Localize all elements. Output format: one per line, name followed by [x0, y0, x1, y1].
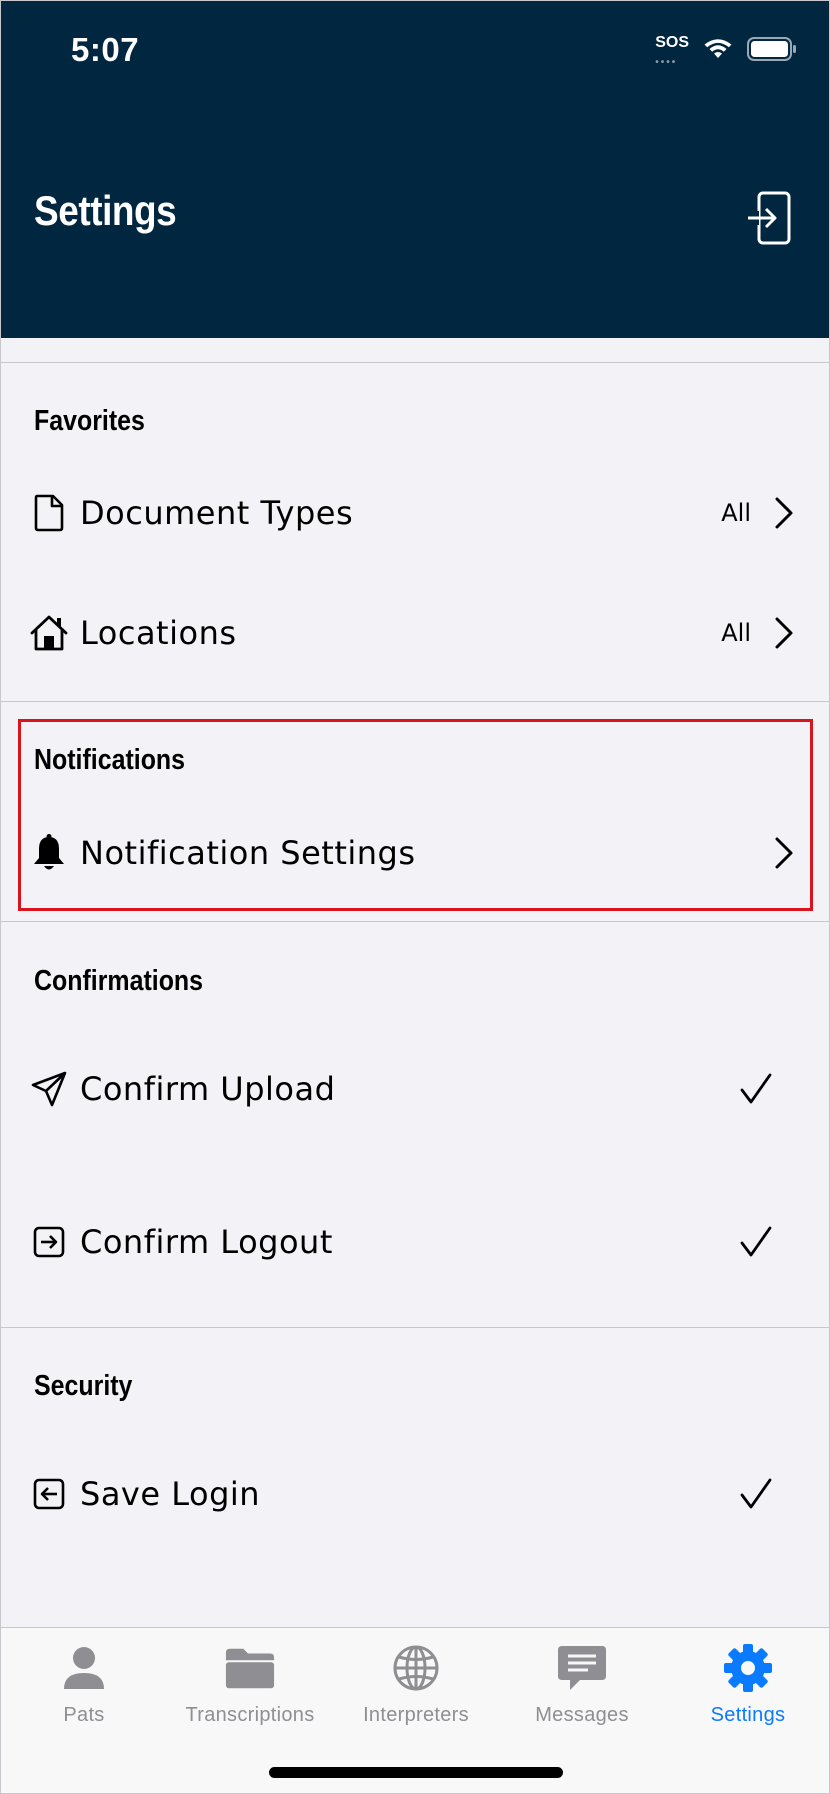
tab-label: Pats — [63, 1704, 105, 1726]
row-label: Save Login — [80, 1475, 261, 1513]
header: 5:07 SOS •••• Settings — [1, 1, 829, 338]
tab-pats[interactable]: Pats — [1, 1642, 167, 1752]
divider — [1, 1327, 829, 1328]
row-confirm-upload[interactable]: Confirm Upload — [1, 1039, 829, 1139]
folder-icon — [224, 1642, 276, 1694]
tab-transcriptions[interactable]: Transcriptions — [167, 1642, 333, 1752]
document-icon — [29, 493, 69, 533]
wifi-icon — [704, 39, 732, 58]
tab-label: Messages — [535, 1704, 629, 1726]
chevron-right-icon — [775, 617, 793, 649]
logout-square-icon — [29, 1222, 69, 1262]
logout-button[interactable] — [747, 191, 791, 245]
row-label: Notification Settings — [80, 834, 416, 872]
chevron-right-icon — [775, 837, 793, 869]
tab-messages[interactable]: Messages — [499, 1642, 665, 1752]
status-indicators: SOS •••• — [655, 34, 797, 69]
checkmark-icon — [740, 1073, 772, 1104]
checkmark-icon — [740, 1478, 772, 1509]
tab-interpreters[interactable]: Interpreters — [333, 1642, 499, 1752]
tab-label: Transcriptions — [185, 1704, 315, 1726]
bell-icon — [29, 833, 69, 873]
row-label: Document Types — [80, 494, 354, 532]
row-locations[interactable]: Locations All — [1, 583, 829, 683]
divider — [1, 921, 829, 922]
section-title-favorites: Favorites — [34, 405, 145, 437]
section-title-notifications: Notifications — [34, 744, 186, 776]
section-title-confirmations: Confirmations — [34, 965, 204, 997]
login-square-icon — [29, 1474, 69, 1514]
row-notification-settings[interactable]: Notification Settings — [1, 803, 829, 903]
row-label: Locations — [80, 614, 237, 652]
status-time: 5:07 — [71, 31, 140, 68]
home-icon — [29, 613, 69, 653]
sos-label: SOS — [655, 34, 689, 51]
tab-label: Settings — [710, 1704, 786, 1726]
battery-icon — [747, 37, 796, 61]
row-label: Confirm Logout — [80, 1223, 333, 1261]
chevron-right-icon — [775, 497, 793, 529]
divider — [1, 701, 829, 702]
row-label: Confirm Upload — [80, 1070, 336, 1108]
logout-icon — [748, 191, 791, 245]
divider — [1, 362, 829, 363]
message-icon — [556, 1642, 608, 1694]
row-value: All — [721, 619, 751, 647]
row-value: All — [721, 499, 751, 527]
person-icon — [58, 1642, 110, 1694]
home-indicator — [269, 1767, 563, 1778]
page-title: Settings — [34, 187, 177, 234]
row-save-login[interactable]: Save Login — [1, 1444, 829, 1544]
globe-icon — [390, 1642, 442, 1694]
row-confirm-logout[interactable]: Confirm Logout — [1, 1192, 829, 1292]
row-document-types[interactable]: Document Types All — [1, 463, 829, 563]
tab-label: Interpreters — [363, 1704, 469, 1726]
send-icon — [29, 1069, 69, 1109]
gear-icon — [722, 1642, 774, 1694]
tab-settings[interactable]: Settings — [665, 1642, 829, 1752]
checkmark-icon — [740, 1226, 772, 1257]
settings-screen: 5:07 SOS •••• Settings Favorites Documen… — [0, 0, 830, 1794]
sos-indicator: SOS •••• — [655, 34, 689, 69]
section-title-security: Security — [34, 1370, 133, 1402]
signal-dots-icon: •••• — [655, 57, 678, 68]
